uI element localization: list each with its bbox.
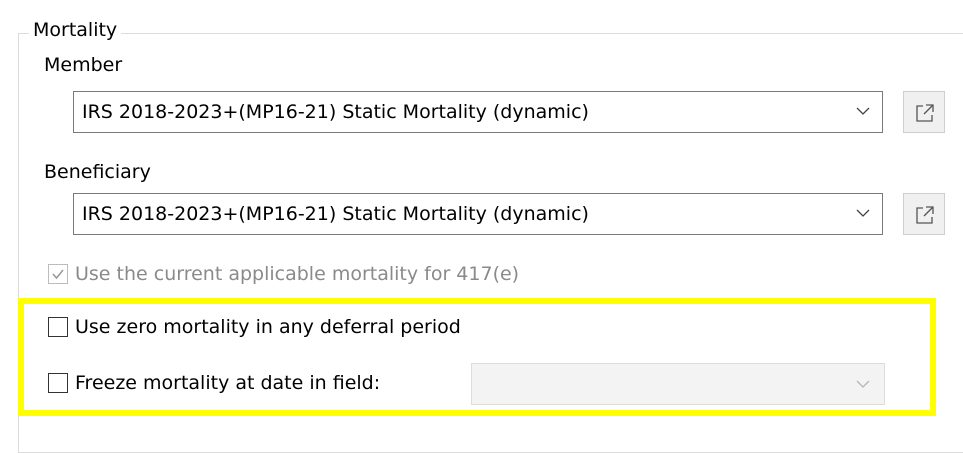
mortality-group-title: Mortality: [29, 18, 122, 42]
member-mortality-value: IRS 2018-2023+(MP16-21) Static Mortality…: [82, 101, 589, 123]
beneficiary-mortality-combobox[interactable]: IRS 2018-2023+(MP16-21) Static Mortality…: [73, 193, 883, 235]
use-current-417e-checkbox: [48, 264, 68, 284]
chevron-down-icon: [856, 107, 870, 115]
beneficiary-label: Beneficiary: [44, 161, 151, 183]
chevron-down-icon: [856, 380, 870, 388]
freeze-mortality-checkbox[interactable]: [48, 373, 68, 393]
member-mortality-combobox[interactable]: IRS 2018-2023+(MP16-21) Static Mortality…: [73, 91, 883, 133]
checkmark-icon: [52, 269, 64, 280]
use-current-417e-label: Use the current applicable mortality for…: [75, 263, 520, 285]
freeze-date-field-combobox: [471, 363, 885, 405]
beneficiary-mortality-value: IRS 2018-2023+(MP16-21) Static Mortality…: [82, 203, 589, 225]
freeze-mortality-label[interactable]: Freeze mortality at date in field:: [75, 371, 380, 395]
member-open-table-button[interactable]: [903, 91, 945, 133]
open-external-icon: [916, 104, 934, 122]
beneficiary-open-table-button[interactable]: [903, 193, 945, 235]
member-label: Member: [44, 54, 123, 76]
open-external-icon: [916, 206, 934, 224]
use-zero-mortality-checkbox[interactable]: [48, 317, 68, 337]
use-zero-mortality-label[interactable]: Use zero mortality in any deferral perio…: [75, 315, 461, 339]
chevron-down-icon: [856, 209, 870, 217]
